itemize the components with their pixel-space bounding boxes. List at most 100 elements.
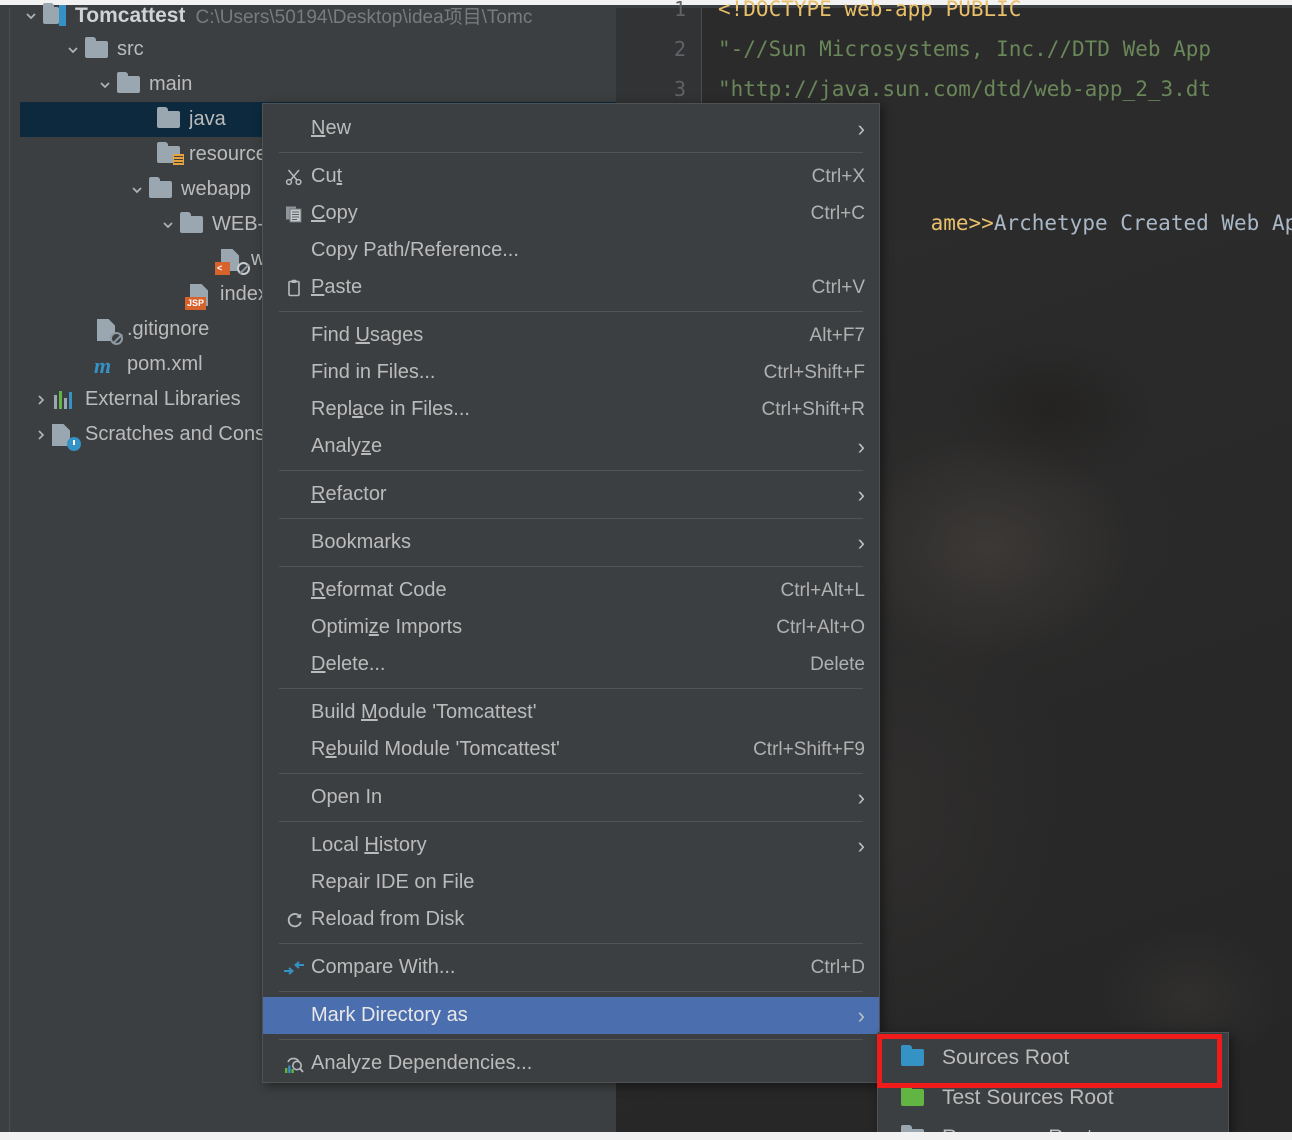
blank-icon — [277, 615, 311, 641]
tree-item-label: src — [117, 38, 144, 60]
window-bottom-chrome — [0, 1132, 1292, 1140]
copy-icon — [277, 201, 311, 227]
menu-item-reload-from-disk[interactable]: Reload from Disk — [263, 901, 879, 938]
test-sources-root-folder-icon — [900, 1085, 928, 1110]
scratches-icon — [52, 422, 81, 451]
blank-icon — [277, 870, 311, 896]
menu-item-local-history[interactable]: Local History › — [263, 827, 879, 864]
menu-item-copy[interactable]: Copy Ctrl+C — [263, 195, 879, 232]
folder-icon — [84, 36, 110, 63]
menu-item-cut[interactable]: Cut Ctrl+X — [263, 158, 879, 195]
resources-folder-icon — [156, 141, 184, 168]
menu-item-accel: Ctrl+V — [811, 276, 865, 298]
menu-item-accel: Ctrl+Shift+F9 — [753, 738, 865, 760]
chevron-down-icon[interactable] — [62, 39, 84, 61]
tree-item-label: Tomcattest — [75, 3, 186, 27]
menu-separator — [279, 518, 863, 519]
menu-item-refactor[interactable]: Refactor › — [263, 476, 879, 513]
menu-separator — [279, 566, 863, 567]
menu-separator — [279, 311, 863, 312]
menu-item-replace-in-files[interactable]: Replace in Files... Ctrl+Shift+R — [263, 391, 879, 428]
tree-item-main[interactable]: main — [20, 67, 616, 102]
ide-window: 1 2 3 <!DOCTYPE web-app PUBLIC "-//Sun M… — [0, 0, 1292, 1140]
folder-icon — [179, 211, 205, 238]
menu-item-mark-directory-as[interactable]: Mark Directory as › — [263, 997, 879, 1034]
tree-item-label: main — [149, 73, 193, 95]
menu-item-build-module[interactable]: Build Module 'Tomcattest' — [263, 694, 879, 731]
menu-separator — [279, 688, 863, 689]
menu-separator — [279, 152, 863, 153]
tree-item-label: .gitignore — [127, 318, 210, 340]
menu-item-reformat-code[interactable]: Reformat Code Ctrl+Alt+L — [263, 572, 879, 609]
code-line: <!DOCTYPE web-app PUBLIC — [718, 0, 1022, 21]
submenu-item-sources-root[interactable]: Sources Root — [878, 1038, 1228, 1078]
context-menu[interactable]: New › Cut Ctrl+X Copy Ctrl+C Copy Path/R… — [262, 103, 880, 1083]
blank-icon — [277, 1003, 311, 1029]
menu-separator — [279, 470, 863, 471]
chevron-right-icon[interactable] — [30, 389, 52, 411]
chevron-down-icon[interactable] — [126, 179, 148, 201]
code-line: "-//Sun Microsystems, Inc.//DTD Web App — [718, 37, 1212, 61]
menu-item-label: Open In — [311, 786, 383, 808]
scissors-icon — [277, 164, 311, 190]
folder-icon — [156, 106, 182, 133]
chevron-right-icon: › — [857, 115, 865, 141]
blank-icon — [277, 530, 311, 556]
menu-item-optimize-imports[interactable]: Optimize Imports Ctrl+Alt+O — [263, 609, 879, 646]
line-number: 2 — [673, 37, 686, 61]
menu-item-label: Reload from Disk — [311, 908, 465, 930]
menu-item-open-in[interactable]: Open In › — [263, 779, 879, 816]
compare-icon — [277, 955, 311, 981]
menu-item-accel: Ctrl+X — [811, 165, 865, 187]
blank-icon — [277, 833, 311, 859]
menu-item-analyze[interactable]: Analyze › — [263, 428, 879, 465]
tree-item-label: pom.xml — [127, 353, 203, 375]
clipboard-icon — [277, 275, 311, 301]
tree-item-tomcattest[interactable]: Tomcattest C:\Users\50194\Desktop\idea项目… — [20, 0, 616, 33]
menu-item-compare-with[interactable]: Compare With... Ctrl+D — [263, 949, 879, 986]
menu-item-delete[interactable]: Delete... Delete — [263, 646, 879, 683]
blank-icon — [277, 360, 311, 386]
menu-item-paste[interactable]: Paste Ctrl+V — [263, 269, 879, 306]
chevron-down-icon[interactable] — [20, 5, 42, 27]
menu-item-repair-ide-on-file[interactable]: Repair IDE on File — [263, 864, 879, 901]
blank-icon — [277, 578, 311, 604]
blank-icon — [277, 238, 311, 264]
menu-item-analyze-dependencies[interactable]: Analyze Dependencies... — [263, 1045, 879, 1082]
chevron-right-icon[interactable] — [30, 424, 52, 446]
menu-item-find-in-files[interactable]: Find in Files... Ctrl+Shift+F — [263, 354, 879, 391]
menu-item-accel: Ctrl+C — [810, 202, 865, 224]
submenu-item-test-sources-root[interactable]: Test Sources Root — [878, 1078, 1228, 1118]
chevron-down-icon[interactable] — [94, 74, 116, 96]
submenu-item-label: Test Sources Root — [942, 1086, 1114, 1109]
menu-item-accel: Alt+F7 — [809, 324, 865, 346]
chevron-down-icon[interactable] — [157, 214, 179, 236]
blank-icon — [277, 397, 311, 423]
sources-root-folder-icon — [900, 1045, 928, 1070]
tree-item-src[interactable]: src — [20, 32, 616, 67]
menu-item-find-usages[interactable]: Find Usages Alt+F7 — [263, 317, 879, 354]
code-line-floating: ame>>Archetype Created Web Ap — [880, 187, 1292, 259]
menu-separator — [279, 991, 863, 992]
blank-icon — [277, 737, 311, 763]
menu-item-new[interactable]: New › — [263, 110, 879, 147]
tree-item-label: External Libraries — [85, 388, 241, 410]
submenu-item-label: Sources Root — [942, 1046, 1070, 1069]
menu-item-bookmarks[interactable]: Bookmarks › — [263, 524, 879, 561]
mark-directory-as-submenu[interactable]: Sources Root Test Sources Root Resources… — [877, 1032, 1229, 1140]
code-tag-fragment: ame> — [930, 211, 982, 235]
folder-icon — [148, 176, 174, 203]
menu-item-accel: Delete — [810, 653, 865, 675]
blank-icon — [277, 434, 311, 460]
tree-item-label: java — [189, 108, 226, 130]
blank-icon — [277, 482, 311, 508]
menu-item-copy-path-reference[interactable]: Copy Path/Reference... — [263, 232, 879, 269]
chevron-right-icon: › — [857, 481, 865, 507]
menu-separator — [279, 943, 863, 944]
chevron-right-icon: › — [857, 433, 865, 459]
menu-item-rebuild-module[interactable]: Rebuild Module 'Tomcattest' Ctrl+Shift+F… — [263, 731, 879, 768]
module-icon — [42, 2, 68, 29]
line-number: 3 — [673, 77, 686, 101]
menu-separator — [279, 773, 863, 774]
blank-icon — [277, 116, 311, 142]
